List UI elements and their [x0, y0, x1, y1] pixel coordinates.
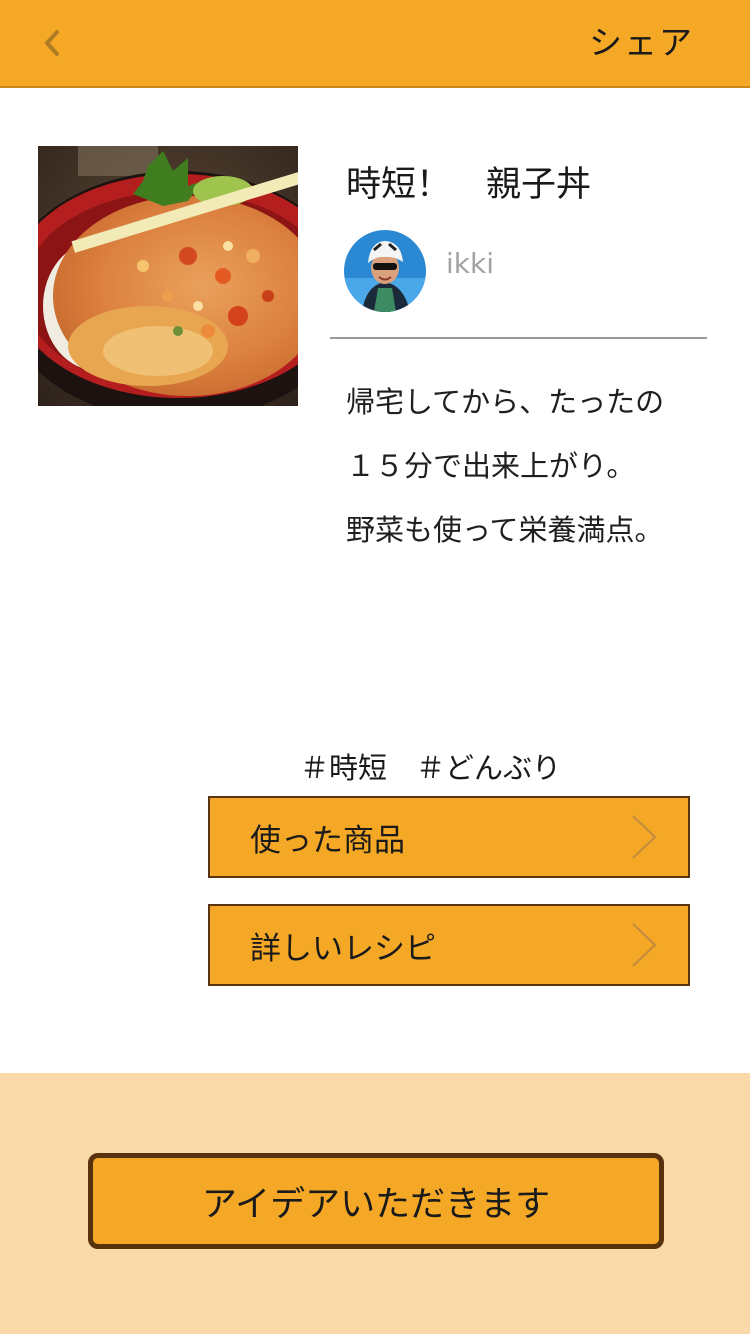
recipe-photo [38, 146, 298, 406]
detailed-recipe-label: 詳しいレシピ [250, 930, 436, 967]
chevron-right-icon [624, 807, 664, 867]
description-line: 帰宅してから、たったの [346, 385, 665, 419]
hashtag-donburi[interactable]: ＃どんぶり [416, 751, 561, 785]
description-line: 野菜も使って栄養満点。 [346, 513, 664, 547]
detailed-recipe-button[interactable]: 詳しいレシピ [208, 904, 690, 986]
recipe-description: 帰宅してから、たったの １５分で出来上がり。 野菜も使って栄養満点。 [346, 370, 736, 562]
app-header: シェア [0, 0, 750, 88]
author-avatar[interactable] [344, 230, 426, 312]
used-products-button[interactable]: 使った商品 [208, 796, 690, 878]
recipe-title: 時短！ 親子丼 [346, 165, 592, 205]
chevron-left-icon [45, 30, 59, 56]
divider [330, 337, 707, 339]
get-idea-button[interactable]: アイデアいただきます [88, 1153, 664, 1249]
author-name[interactable]: ikki [446, 244, 494, 284]
chevron-right-icon [624, 915, 664, 975]
description-line: １５分で出来上がり。 [346, 449, 636, 483]
used-products-label: 使った商品 [250, 822, 405, 859]
back-button[interactable] [30, 20, 74, 66]
hashtag-list: ＃時短 ＃どんぶり [300, 746, 561, 790]
share-button[interactable]: シェア [589, 22, 694, 64]
hashtag-jitan[interactable]: ＃時短 [300, 751, 387, 785]
